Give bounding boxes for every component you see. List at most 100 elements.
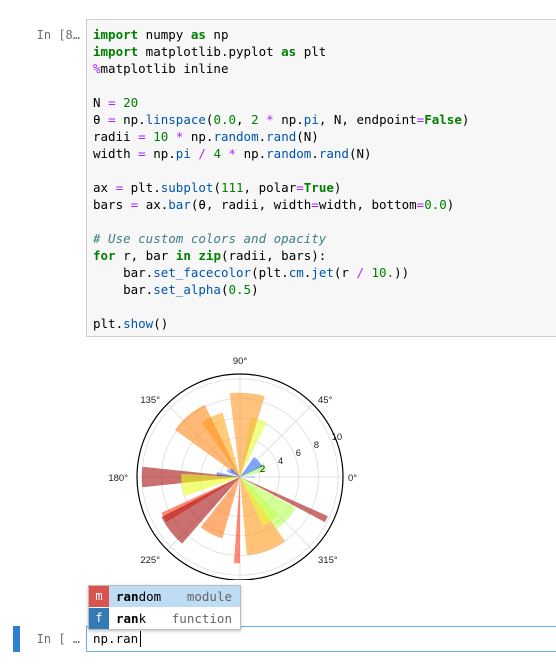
code-token: / (356, 265, 364, 280)
code-token: % (93, 61, 101, 76)
completion-match: ran (116, 589, 139, 604)
code-token: = (108, 95, 116, 110)
code-token: np. (236, 146, 267, 161)
code-token: width (93, 146, 139, 161)
code-line: # Use custom colors and opacity (93, 230, 326, 247)
code-token: as (281, 44, 297, 59)
code-token: 2 (251, 112, 259, 127)
completion-type: function (171, 611, 232, 626)
code-token: np. (115, 112, 146, 127)
code-cell-editor[interactable]: import numpy as np import matplotlib.pypl… (86, 19, 556, 337)
code-token: )) (394, 265, 410, 280)
code-token: cm (288, 265, 304, 280)
code-token: (plt. (251, 265, 289, 280)
code-token: = (138, 146, 146, 161)
code-token: random (266, 146, 312, 161)
code-token: radii (93, 129, 139, 144)
code-token: plt (296, 44, 327, 59)
code-line: ax = plt.subplot(111, polar=True) (93, 179, 341, 196)
code-token: import (93, 44, 139, 59)
code-token: 10. (371, 265, 395, 280)
code-line: %matplotlib inline (93, 60, 228, 77)
code-token: linspace (145, 112, 206, 127)
code-token: import (93, 27, 139, 42)
text-cursor (140, 631, 141, 647)
angle-tick-label: 315° (318, 555, 338, 566)
code-token: (θ, radii, width (190, 197, 312, 212)
code-token: np. (273, 112, 304, 127)
code-token: matplotlib inline (100, 61, 229, 76)
cell-prompt: In [8… (36, 28, 80, 42)
code-token: False (424, 112, 462, 127)
radial-tick-label: 8 (314, 440, 319, 451)
completion-type: module (186, 589, 232, 604)
output-area-below (86, 660, 556, 670)
code-token: = (311, 197, 319, 212)
code-token: N (93, 95, 109, 110)
angle-tick-label: 180° (108, 473, 128, 484)
code-token: = (108, 112, 116, 127)
code-token: (N) (296, 129, 319, 144)
code-token: rand (266, 129, 297, 144)
code-token: in (175, 248, 191, 263)
code-line: bar.set_alpha(0.5) (93, 281, 259, 298)
code-token: pi (175, 146, 191, 161)
code-token: numpy (138, 27, 191, 42)
code-token: jet (311, 265, 334, 280)
code-token: r, bar (115, 248, 176, 263)
code-token: . (258, 129, 267, 144)
radial-tick-label: 4 (278, 456, 283, 467)
code-token: = (138, 129, 146, 144)
code-line: radii = 10 * np.random.rand(N) (93, 128, 319, 145)
code-line: bars = ax.bar(θ, radii, width=width, bot… (93, 196, 454, 213)
code-token: ) (461, 112, 470, 127)
code-token: 0.5 (228, 282, 252, 297)
code-token: 4 (213, 146, 221, 161)
autocomplete-popup[interactable]: m random module f rank function (88, 585, 241, 630)
code-token: ) (446, 197, 455, 212)
code-token: set_alpha (153, 282, 221, 297)
code-token: subplot (160, 180, 214, 195)
code-token: ) (333, 180, 342, 195)
radial-tick-label: 10 (332, 432, 343, 443)
code-token: np. (145, 146, 176, 161)
code-token: 20 (123, 95, 139, 110)
code-token: rand (318, 146, 349, 161)
code-token: np (205, 27, 229, 42)
code-line: bar.set_facecolor(plt.cm.jet(r / 10.)) (93, 264, 409, 281)
code-token: (N) (348, 146, 372, 161)
code-line: width = np.pi / 4 * np.random.rand(N) (93, 145, 372, 162)
completion-item[interactable]: f rank function (89, 608, 240, 629)
code-token: set_facecolor (153, 265, 252, 280)
code-token: . (311, 146, 319, 161)
code-token: () (153, 316, 169, 331)
cell-output: 0°45°90°135°180°225°270°315°246810 (86, 340, 386, 603)
code-token: 0.0 (213, 112, 237, 127)
code-token: θ (93, 112, 109, 127)
code-token: ) (251, 282, 259, 297)
code-token: # Use custom colors and opacity (93, 231, 327, 246)
code-token: = (296, 180, 304, 195)
code-token: , polar (243, 180, 297, 195)
angle-tick-label: 135° (140, 395, 160, 406)
code-token: 10 (153, 129, 169, 144)
code-token: 0.0 (424, 197, 447, 212)
code-token: pi (303, 112, 319, 127)
code-line: θ = np.linspace(0.0, 2 * np.pi, N, endpo… (93, 111, 469, 128)
code-token: * (266, 112, 274, 127)
code-token: show (123, 316, 154, 331)
module-type-icon: m (89, 586, 109, 607)
code-token: as (190, 27, 206, 42)
code-token: bars (93, 197, 131, 212)
angle-tick-label: 90° (233, 356, 248, 367)
angle-tick-label: 225° (140, 555, 160, 566)
completion-item[interactable]: m random module (89, 586, 240, 607)
cell-prompt: In [ … (36, 632, 80, 646)
code-token: True (303, 180, 334, 195)
completion-rest: dom (138, 589, 162, 604)
code-token: ax (93, 180, 116, 195)
code-token: width, bottom (318, 197, 417, 212)
code-line: N = 20 (93, 94, 138, 111)
